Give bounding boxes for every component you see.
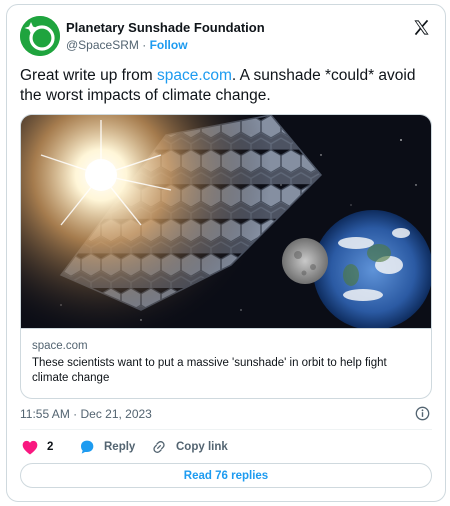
copy-link-button[interactable]: Copy link xyxy=(151,437,228,457)
link-domain: space.com xyxy=(32,340,88,352)
action-bar: 2 Reply Copy link xyxy=(20,437,432,457)
author-handle[interactable]: @SpaceSRM xyxy=(66,38,139,52)
like-button[interactable]: 2 xyxy=(22,437,53,457)
tweet-link[interactable]: space.com xyxy=(157,67,232,84)
link-icon xyxy=(153,441,165,453)
tweet-text: Great write up from space.com. A sunshad… xyxy=(20,66,432,106)
like-count: 2 xyxy=(47,441,54,453)
x-logo-icon[interactable] xyxy=(413,19,430,36)
reply-bubble-icon xyxy=(81,440,94,454)
timestamp[interactable]: 11:55 AM · Dec 21, 2023 xyxy=(20,407,152,421)
heart-icon xyxy=(22,440,38,454)
link-preview-image[interactable] xyxy=(21,115,431,328)
link-title: These scientists want to put a massive '… xyxy=(32,357,387,384)
tweet-text-before: Great write up from xyxy=(20,67,157,84)
avatar[interactable] xyxy=(20,16,60,56)
follow-button[interactable]: Follow xyxy=(150,38,188,52)
read-replies-button[interactable]: Read 76 replies xyxy=(20,463,432,488)
author-meta: @SpaceSRM · Follow xyxy=(66,38,188,52)
info-icon[interactable] xyxy=(415,406,430,421)
link-preview-card[interactable]: space.com These scientists want to put a… xyxy=(20,114,432,399)
divider xyxy=(20,429,432,430)
reply-label: Reply xyxy=(104,441,136,453)
author-name[interactable]: Planetary Sunshade Foundation xyxy=(66,20,265,35)
copy-link-label: Copy link xyxy=(176,441,228,453)
reply-button[interactable]: Reply xyxy=(79,437,135,457)
tweet-card: Planetary Sunshade Foundation @SpaceSRM … xyxy=(6,4,446,502)
link-preview-info[interactable]: space.com These scientists want to put a… xyxy=(21,328,431,398)
meta-separator: · xyxy=(142,38,147,52)
